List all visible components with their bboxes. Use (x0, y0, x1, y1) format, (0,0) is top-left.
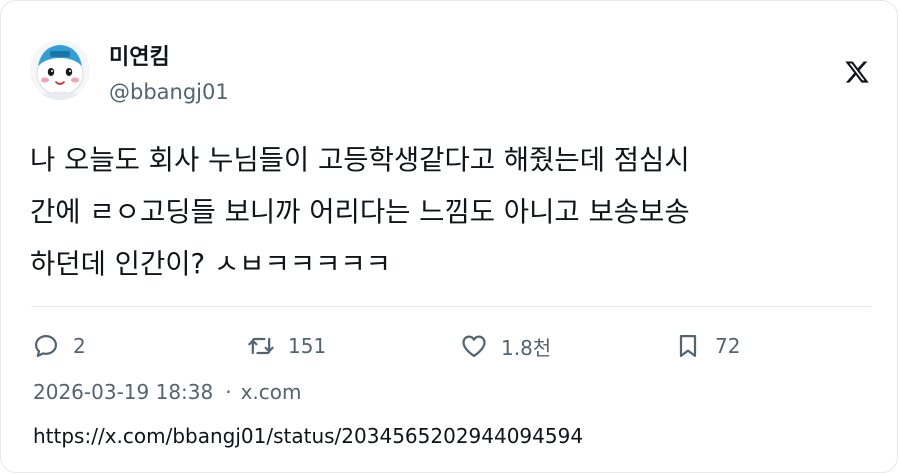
avatar[interactable] (30, 40, 90, 100)
tweet-meta: 2026-03-19 18:38 · x.com (33, 380, 302, 404)
divider (31, 306, 871, 307)
bookmark-icon (679, 334, 697, 358)
bookmark-count: 72 (715, 334, 741, 358)
tweet-text: 나 오늘도 회사 누님들이 고등학생같다고 해줬는데 점심시 간에 ㄹㅇ고딩들 … (30, 134, 880, 290)
tweet-text-line: 나 오늘도 회사 누님들이 고등학생같다고 해줬는데 점심시 (30, 144, 690, 176)
user-handle[interactable]: @bbangj01 (109, 80, 229, 104)
tweet-text-line: 간에 ㄹㅇ고딩들 보니까 어리다는 느낌도 아니고 보송보송 (30, 196, 690, 228)
x-logo-icon[interactable] (844, 59, 870, 85)
tweet-card: 미연킴 @bbangj01 나 오늘도 회사 누님들이 고등학생같다고 해줬는데… (0, 0, 898, 473)
repost-button[interactable]: 151 (247, 331, 326, 361)
avatar-image (30, 40, 90, 100)
display-name[interactable]: 미연킴 (109, 39, 170, 71)
meta-separator: · (225, 380, 232, 404)
repost-count: 151 (288, 334, 327, 358)
tweet-text-line: 하던데 인간이? ㅅㅂㅋㅋㅋㅋㅋ (30, 248, 391, 280)
repost-icon (248, 337, 274, 355)
timestamp[interactable]: 2026-03-19 18:38 (33, 380, 213, 404)
source-label: x.com (240, 380, 302, 404)
reply-icon (34, 334, 58, 358)
reply-button[interactable]: 2 (32, 331, 86, 361)
bookmark-button[interactable]: 72 (674, 331, 740, 361)
tweet-url[interactable]: https://x.com/bbangj01/status/2034565202… (33, 424, 583, 448)
reply-count: 2 (73, 334, 86, 358)
heart-icon (462, 335, 486, 358)
like-button[interactable]: 1.8천 (460, 331, 551, 361)
like-count: 1.8천 (501, 335, 552, 360)
